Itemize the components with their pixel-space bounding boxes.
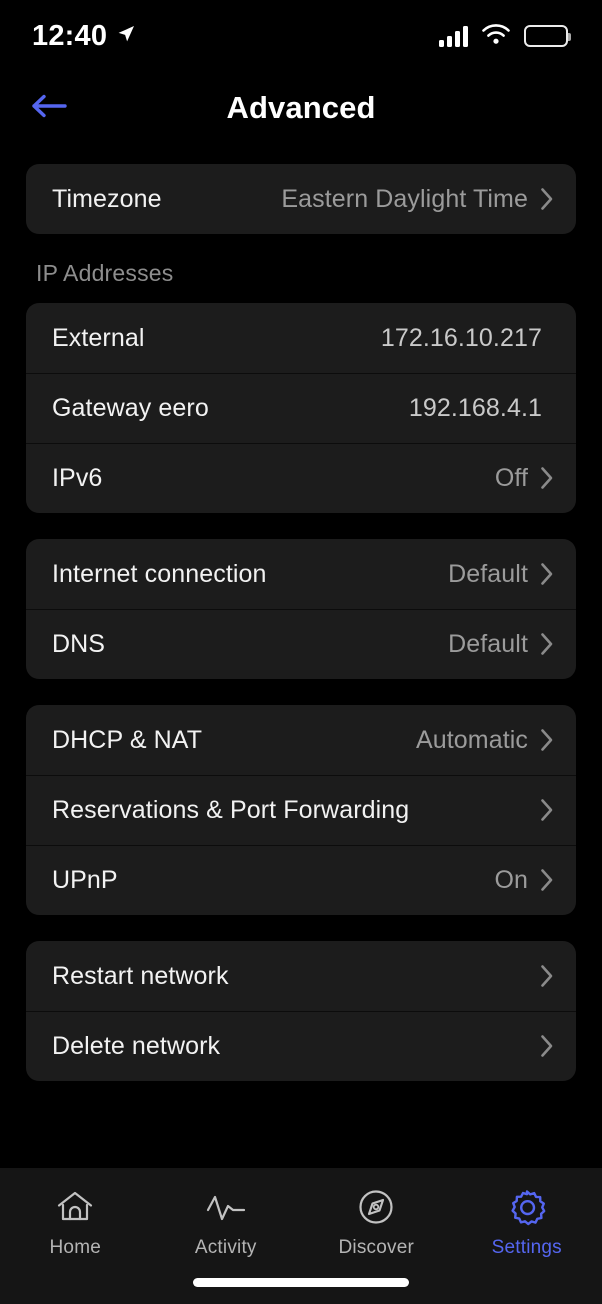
settings-group-connection: Internet connection Default DNS Default xyxy=(26,539,576,679)
row-value: Automatic xyxy=(415,725,528,754)
row-external[interactable]: External 172.16.10.217 xyxy=(26,303,576,373)
chevron-right-icon xyxy=(541,729,553,751)
row-trailing: On xyxy=(494,866,554,895)
tab-settings[interactable]: Settings xyxy=(452,1186,602,1259)
tab-label: Settings xyxy=(491,1237,562,1258)
row-label: Reservations & Port Forwarding xyxy=(52,795,410,824)
cellular-signal-icon xyxy=(439,25,468,47)
chevron-right-icon xyxy=(541,467,553,489)
row-trailing: Off xyxy=(495,464,554,493)
settings-group-network-actions: Restart network Delete network xyxy=(26,941,576,1081)
row-trailing: Automatic xyxy=(416,726,554,755)
row-restart-network[interactable]: Restart network xyxy=(26,941,576,1011)
row-label: DNS xyxy=(52,629,106,658)
row-trailing: Default xyxy=(448,560,554,589)
status-bar-clock: 12:40 xyxy=(32,19,108,52)
back-arrow-icon xyxy=(29,92,69,125)
row-label: DHCP & NAT xyxy=(52,725,203,754)
wifi-icon xyxy=(481,23,511,50)
row-trailing: 192.168.4.1 xyxy=(409,394,554,423)
tab-label: Activity xyxy=(194,1237,257,1258)
row-label: Restart network xyxy=(52,961,229,990)
row-reservations-port-forwarding[interactable]: Reservations & Port Forwarding xyxy=(26,775,576,845)
chevron-right-icon xyxy=(541,633,553,655)
row-value: On xyxy=(494,865,528,894)
row-trailing xyxy=(528,964,554,988)
status-bar: 12:40 xyxy=(0,0,602,72)
section-header-ip-addresses: IP Addresses xyxy=(36,260,174,286)
chevron-right-icon xyxy=(541,1035,553,1057)
page-title: Advanced xyxy=(226,90,376,125)
battery-icon xyxy=(524,25,571,47)
row-upnp[interactable]: UPnP On xyxy=(26,845,576,915)
row-trailing: 172.16.10.217 xyxy=(381,324,554,353)
row-trailing xyxy=(528,798,554,822)
home-indicator[interactable] xyxy=(193,1278,409,1287)
row-ipv6[interactable]: IPv6 Off xyxy=(26,443,576,513)
chevron-right-icon xyxy=(541,188,553,210)
row-value: 192.168.4.1 xyxy=(408,393,542,422)
row-value: Off xyxy=(494,463,528,492)
chevron-right-icon xyxy=(541,799,553,821)
tab-label: Home xyxy=(49,1237,101,1258)
row-label: IPv6 xyxy=(52,463,103,492)
pulse-icon xyxy=(204,1186,248,1228)
settings-group-dhcp: DHCP & NAT Automatic Reservations & Port… xyxy=(26,705,576,915)
compass-icon xyxy=(354,1186,398,1228)
row-gateway-eero[interactable]: Gateway eero 192.168.4.1 xyxy=(26,373,576,443)
location-arrow-icon xyxy=(116,24,136,49)
row-trailing: Eastern Daylight Time xyxy=(281,185,554,214)
tab-home[interactable]: Home xyxy=(0,1186,151,1259)
phone-screen: 12:40 Advanced Timezone Eastern Daylight… xyxy=(0,0,602,1304)
row-value: Eastern Daylight Time xyxy=(281,184,528,213)
chevron-right-icon xyxy=(541,869,553,891)
row-label: UPnP xyxy=(52,865,118,894)
row-timezone[interactable]: Timezone Eastern Daylight Time xyxy=(26,164,576,234)
row-label: Internet connection xyxy=(52,559,267,588)
row-label: Timezone xyxy=(52,184,162,213)
row-value: Default xyxy=(448,559,528,588)
settings-list: Timezone Eastern Daylight Time IP Addres… xyxy=(0,144,602,1168)
row-label: External xyxy=(52,323,145,352)
row-label: Delete network xyxy=(52,1031,221,1060)
row-internet-connection[interactable]: Internet connection Default xyxy=(26,539,576,609)
settings-group-ip-addresses: External 172.16.10.217 Gateway eero 192.… xyxy=(26,303,576,513)
settings-group-timezone: Timezone Eastern Daylight Time xyxy=(26,164,576,234)
status-bar-left: 12:40 xyxy=(32,19,136,52)
tab-label: Discover xyxy=(338,1237,414,1258)
tab-activity[interactable]: Activity xyxy=(151,1186,302,1259)
nav-bar: Advanced xyxy=(0,72,602,144)
row-trailing: Default xyxy=(448,630,554,659)
row-dhcp-nat[interactable]: DHCP & NAT Automatic xyxy=(26,705,576,775)
row-trailing xyxy=(528,1034,554,1058)
row-label: Gateway eero xyxy=(52,393,209,422)
row-value: Default xyxy=(448,629,528,658)
row-value: 172.16.10.217 xyxy=(380,323,542,352)
gear-icon xyxy=(505,1186,549,1228)
back-button[interactable] xyxy=(20,84,78,132)
status-bar-right xyxy=(439,23,571,50)
home-icon xyxy=(53,1186,97,1228)
row-delete-network[interactable]: Delete network xyxy=(26,1011,576,1081)
chevron-right-icon xyxy=(541,563,553,585)
tab-discover[interactable]: Discover xyxy=(301,1186,452,1259)
chevron-right-icon xyxy=(541,965,553,987)
row-dns[interactable]: DNS Default xyxy=(26,609,576,679)
